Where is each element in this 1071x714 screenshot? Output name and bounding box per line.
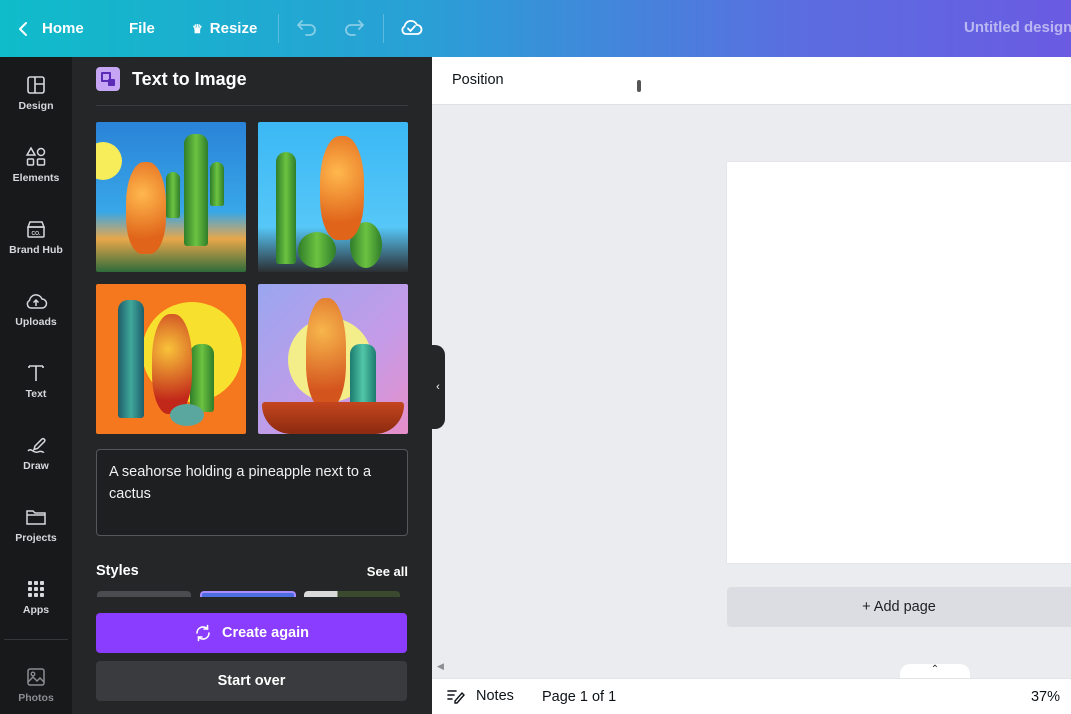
file-menu-button[interactable]: File <box>129 0 155 57</box>
resize-label: Resize <box>209 20 258 37</box>
cactus-shape <box>184 134 208 246</box>
cactus-shape <box>118 300 144 418</box>
design-title[interactable]: Untitled design <box>964 19 1071 36</box>
image-icon <box>27 668 45 686</box>
notes-icon <box>447 690 465 704</box>
crown-icon: ♛ <box>192 21 203 36</box>
create-again-label: Create again <box>221 625 310 641</box>
apps-grid-icon <box>28 581 44 597</box>
sun-shape <box>96 142 122 180</box>
chevron-up-icon: ⌃ <box>930 664 940 675</box>
cactus-shape <box>210 162 224 206</box>
panel-title: Text to Image <box>132 68 247 89</box>
rail-item-apps[interactable]: Apps <box>0 561 72 633</box>
scroll-left-arrow-icon[interactable]: ◀ <box>437 661 444 672</box>
rock-shape <box>170 404 204 426</box>
cloud-upload-icon <box>26 294 48 309</box>
toolbar-divider <box>383 14 384 43</box>
rail-item-label: Photos <box>18 692 54 704</box>
rail-item-label: Design <box>18 100 54 112</box>
design-page[interactable] <box>727 162 1071 563</box>
rail-item-design[interactable]: Design <box>0 57 72 129</box>
rail-item-uploads[interactable]: Uploads <box>0 273 72 345</box>
cloud-saved-icon[interactable] <box>399 16 423 38</box>
cactus-shape <box>190 344 214 412</box>
rail-item-draw[interactable]: Draw <box>0 417 72 489</box>
folder-icon <box>26 510 46 525</box>
undo-icon[interactable] <box>296 17 318 37</box>
layout-icon <box>27 76 45 94</box>
seahorse-shape <box>320 136 364 240</box>
draw-icon <box>27 437 46 454</box>
chevron-left-icon: ‹ <box>436 381 440 393</box>
redo-icon[interactable] <box>343 17 365 37</box>
style-option-selected[interactable] <box>200 591 296 597</box>
shapes-icon <box>25 147 46 166</box>
text-icon <box>28 365 44 381</box>
rail-item-label: Projects <box>15 532 57 544</box>
show-pages-toggle[interactable]: ⌃ <box>900 664 970 678</box>
panel-divider <box>96 105 408 106</box>
page-count-button[interactable]: Page 1 of 1 <box>542 689 616 705</box>
bottom-status-bar: Notes Page 1 of 1 37% <box>432 678 1071 714</box>
svg-text:CO.: CO. <box>32 231 42 237</box>
rail-item-label: Apps <box>22 604 50 616</box>
rail-item-projects[interactable]: Projects <box>0 489 72 561</box>
cactus-shape <box>298 232 336 268</box>
home-button[interactable]: Home <box>18 0 84 57</box>
generated-image-3[interactable] <box>96 284 246 434</box>
styles-heading: Styles <box>96 563 139 579</box>
pot-shape <box>262 402 404 434</box>
home-label: Home <box>42 20 84 37</box>
text-to-image-app-icon <box>96 67 120 91</box>
toolbar-divider <box>278 14 279 43</box>
zoom-level[interactable]: 37% <box>1031 689 1060 705</box>
create-again-button[interactable]: Create again <box>96 613 407 653</box>
top-toolbar: Home File ♛ Resize Untitled design <box>0 0 1071 57</box>
start-over-button[interactable]: Start over <box>96 661 407 701</box>
rail-item-brand-hub[interactable]: CO. Brand Hub <box>0 201 72 273</box>
panel-header: Text to Image <box>96 67 247 91</box>
style-option[interactable] <box>97 591 191 597</box>
resize-button[interactable]: ♛ Resize <box>192 0 257 57</box>
add-page-button[interactable]: + Add page <box>727 587 1071 627</box>
text-to-image-panel: Text to Image A seahorse holding a pinea… <box>72 57 432 714</box>
seahorse-shape <box>126 162 166 254</box>
prompt-input[interactable]: A seahorse holding a pineapple next to a… <box>96 449 408 536</box>
notes-button[interactable]: Notes <box>446 688 514 704</box>
notes-label: Notes <box>476 688 514 704</box>
rail-divider <box>4 639 68 640</box>
rail-item-elements[interactable]: Elements <box>0 129 72 201</box>
generated-image-4[interactable] <box>258 284 408 434</box>
rail-item-label: Brand Hub <box>9 244 63 256</box>
see-all-styles-link[interactable]: See all <box>367 564 408 579</box>
seahorse-shape <box>306 298 346 408</box>
start-over-label: Start over <box>217 673 286 689</box>
rail-item-text[interactable]: Text <box>0 345 72 417</box>
file-label: File <box>129 20 155 37</box>
rail-item-photos[interactable]: Photos <box>0 649 72 714</box>
page-options-handle[interactable] <box>637 80 641 92</box>
cactus-shape <box>276 152 296 264</box>
left-rail: Design Elements CO. Brand Hub Uploads Te… <box>0 57 72 714</box>
rail-item-label: Text <box>25 388 47 400</box>
horizontal-scrollbar[interactable]: ◀ <box>432 659 1071 673</box>
rail-item-label: Elements <box>12 172 60 184</box>
rail-item-label: Uploads <box>15 316 57 328</box>
rail-item-label: Draw <box>23 460 49 472</box>
cactus-shape <box>350 344 376 410</box>
collapse-panel-button[interactable]: ‹ <box>431 345 445 429</box>
position-button[interactable]: Position <box>452 72 504 88</box>
brand-icon: CO. <box>26 221 46 238</box>
seahorse-shape <box>152 314 192 414</box>
generated-image-2[interactable] <box>258 122 408 272</box>
refresh-icon <box>196 624 210 642</box>
context-toolbar: Position <box>432 57 1071 105</box>
style-option[interactable] <box>304 591 400 597</box>
generated-image-1[interactable] <box>96 122 246 272</box>
cactus-shape <box>166 172 180 218</box>
chevron-left-icon <box>19 21 27 36</box>
